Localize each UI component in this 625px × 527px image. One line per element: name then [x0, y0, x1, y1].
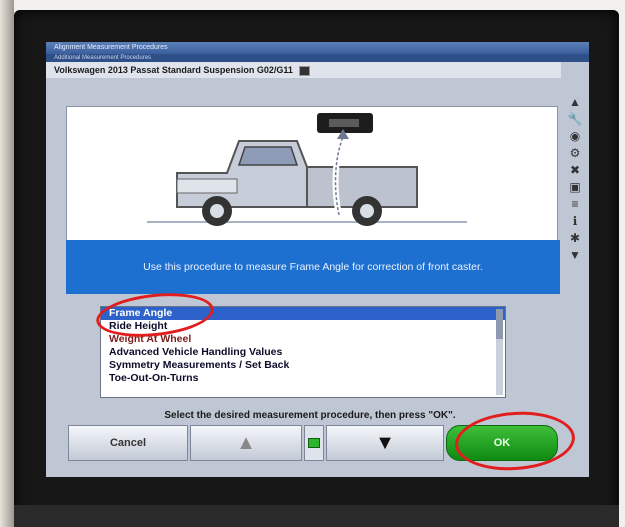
wrench-icon[interactable]: 🔧 — [566, 112, 584, 126]
vehicle-info-icon[interactable] — [299, 65, 311, 76]
gauge-icon[interactable]: ◉ — [566, 129, 584, 143]
up-arrow-icon: ▲ — [236, 431, 256, 454]
truck-illustration — [147, 113, 467, 226]
scrollbar-thumb[interactable] — [496, 309, 503, 339]
list-scrollbar[interactable] — [496, 309, 503, 395]
down-arrow-button[interactable]: ▼ — [326, 425, 444, 461]
scroll-down-icon[interactable]: ▼ — [566, 248, 584, 262]
list-item-symmetry[interactable]: Symmetry Measurements / Set Back — [101, 359, 505, 372]
procedure-info-text: Use this procedure to measure Frame Angl… — [143, 261, 483, 273]
procedure-info-bar: Use this procedure to measure Frame Angl… — [66, 240, 560, 294]
vehicle-name: Volkswagen 2013 Passat Standard Suspensi… — [54, 65, 293, 75]
settings-icon[interactable]: ✱ — [566, 231, 584, 245]
clamp-icon[interactable]: ✖ — [566, 163, 584, 177]
vehicle-header: Volkswagen 2013 Passat Standard Suspensi… — [46, 62, 561, 78]
page-indicator — [304, 425, 324, 461]
cancel-button[interactable]: Cancel — [68, 425, 188, 461]
info-icon[interactable]: ℹ — [566, 214, 584, 228]
window-subtitle: Additional Measurement Procedures — [46, 54, 589, 62]
scroll-up-icon[interactable]: ▲ — [566, 95, 584, 109]
down-arrow-icon: ▼ — [375, 431, 395, 454]
monitor-bottom — [14, 505, 619, 527]
list-item-toe-out-on-turns[interactable]: Toe-Out-On-Turns — [101, 372, 505, 385]
up-arrow-button[interactable]: ▲ — [190, 425, 302, 461]
selection-prompt: Select the desired measurement procedure… — [164, 410, 456, 421]
monitor-left-edge — [0, 0, 14, 527]
window-titlebar: Alignment Measurement Procedures — [46, 42, 589, 54]
right-toolbar: ▲ 🔧 ◉ ⚙ ✖ ▣ ≡ ℹ ✱ ▼ — [562, 92, 588, 422]
tool-icon[interactable]: ⚙ — [566, 146, 584, 160]
list-icon[interactable]: ≡ — [566, 197, 584, 211]
status-indicator-icon — [308, 438, 320, 448]
car-icon[interactable]: ▣ — [566, 180, 584, 194]
list-item-advanced-handling[interactable]: Advanced Vehicle Handling Values — [101, 346, 505, 359]
